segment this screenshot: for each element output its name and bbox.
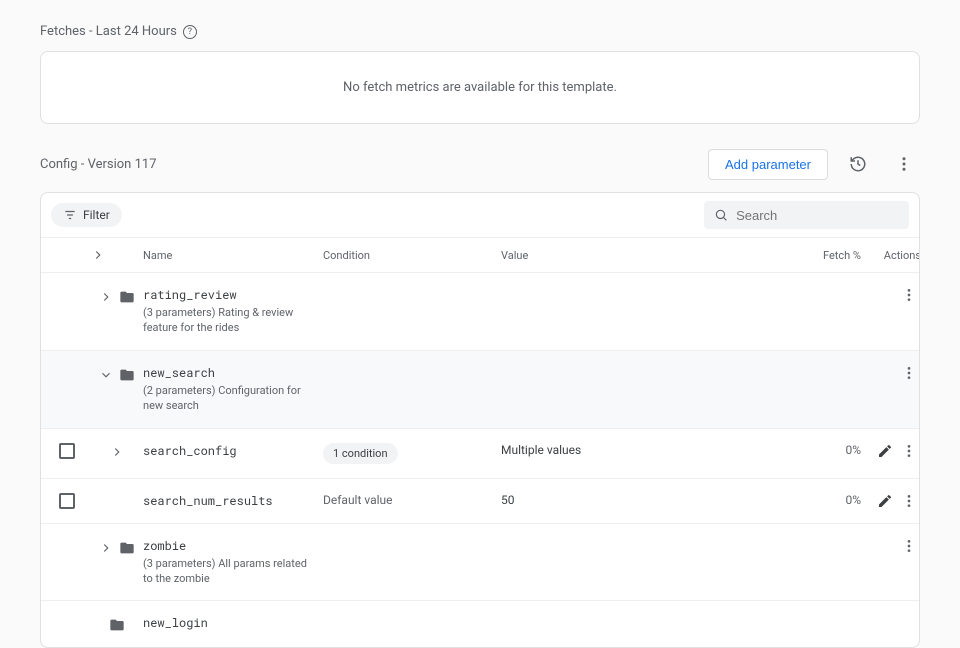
folder-icon <box>119 540 135 556</box>
row-value: Multiple values <box>501 443 801 457</box>
search-icon <box>714 207 728 223</box>
help-icon[interactable]: ? <box>183 25 197 39</box>
filter-icon <box>63 208 77 222</box>
row-desc: (3 parameters) Rating & review feature f… <box>143 305 313 336</box>
row-more-icon[interactable] <box>901 365 920 381</box>
fetches-empty-card: No fetch metrics are available for this … <box>40 51 920 124</box>
col-fetch: Fetch % <box>801 249 861 262</box>
chevron-right-icon[interactable] <box>99 541 113 555</box>
table-row[interactable]: zombie (3 parameters) All params related… <box>41 524 919 602</box>
condition-chip[interactable]: 1 condition <box>323 443 398 464</box>
row-name: search_num_results <box>143 493 323 509</box>
row-condition: Default value <box>323 493 501 507</box>
expand-all-icon[interactable] <box>91 248 105 262</box>
folder-icon <box>119 367 135 383</box>
row-name: new_search <box>143 365 323 381</box>
row-name: rating_review <box>143 287 323 303</box>
config-title: Config - Version 117 <box>40 157 157 172</box>
folder-icon <box>119 289 135 305</box>
table-row[interactable]: new_login <box>41 601 919 647</box>
table-row[interactable]: rating_review (3 parameters) Rating & re… <box>41 273 919 351</box>
chevron-down-icon[interactable] <box>99 368 113 382</box>
row-fetch: 0% <box>801 443 861 457</box>
table-row[interactable]: search_config 1 condition Multiple value… <box>41 429 919 479</box>
chevron-right-icon[interactable] <box>110 445 124 459</box>
col-name: Name <box>143 249 323 262</box>
row-desc: (2 parameters) Configuration for new sea… <box>143 383 313 414</box>
fetches-empty-message: No fetch metrics are available for this … <box>343 80 617 95</box>
filter-chip[interactable]: Filter <box>51 203 122 227</box>
folder-icon <box>109 617 125 633</box>
table-row[interactable]: search_num_results Default value 50 0% <box>41 479 919 524</box>
edit-icon[interactable] <box>877 443 893 459</box>
filter-label: Filter <box>83 208 110 222</box>
chevron-right-icon[interactable] <box>99 290 113 304</box>
add-parameter-button[interactable]: Add parameter <box>708 149 828 180</box>
edit-icon[interactable] <box>877 493 893 509</box>
search-box[interactable] <box>704 201 909 229</box>
fetches-title-text: Fetches - Last 24 Hours <box>40 24 177 39</box>
col-condition: Condition <box>323 249 501 262</box>
row-name: search_config <box>143 443 323 459</box>
row-more-icon[interactable] <box>901 493 920 509</box>
row-desc: (3 parameters) All params related to the… <box>143 556 313 587</box>
table-header: Name Condition Value Fetch % Actions <box>41 237 919 273</box>
row-name: new_login <box>143 615 323 631</box>
row-checkbox[interactable] <box>59 443 75 459</box>
row-more-icon[interactable] <box>901 287 920 303</box>
table-row[interactable]: new_search (2 parameters) Configuration … <box>41 351 919 429</box>
row-checkbox[interactable] <box>59 493 75 509</box>
history-icon[interactable] <box>842 148 874 180</box>
row-more-icon[interactable] <box>901 443 920 459</box>
row-value: 50 <box>501 493 801 507</box>
more-menu-icon[interactable] <box>888 148 920 180</box>
fetches-section-title: Fetches - Last 24 Hours ? <box>40 24 920 39</box>
row-fetch: 0% <box>801 493 861 507</box>
search-input[interactable] <box>736 208 899 223</box>
col-actions: Actions <box>861 249 920 262</box>
col-value: Value <box>501 249 801 262</box>
